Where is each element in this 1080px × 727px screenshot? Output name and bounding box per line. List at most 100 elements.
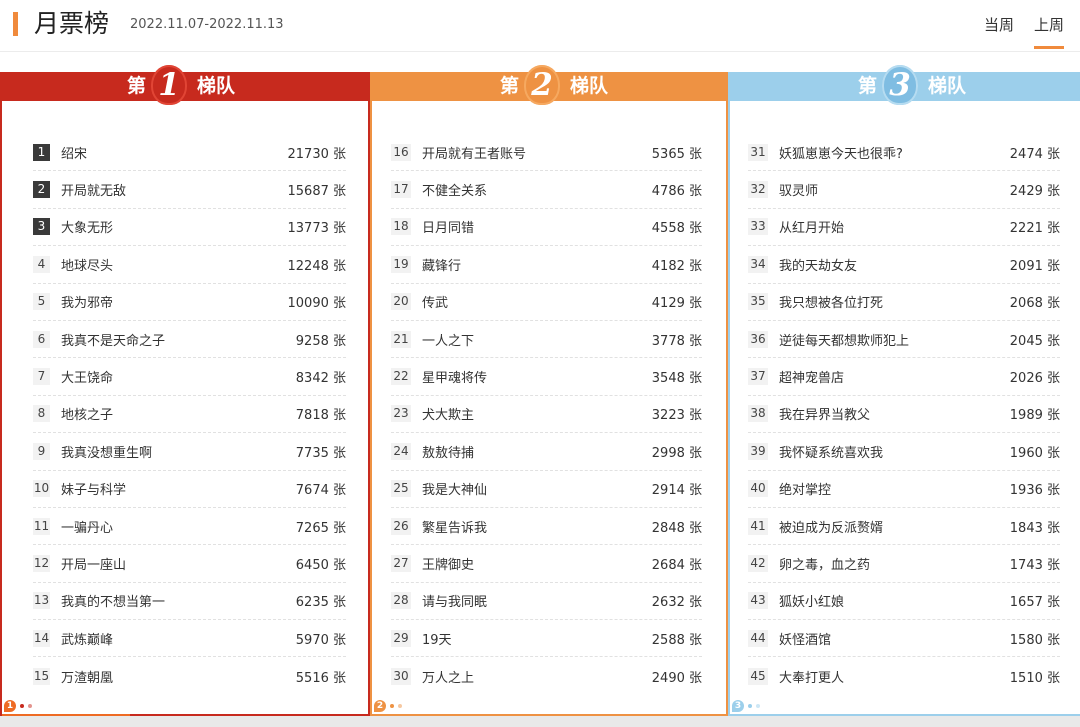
vote-count: 2632 张 — [651, 595, 702, 611]
ranking-row[interactable]: 10 妹子与科学 7674 张 — [33, 471, 346, 508]
book-title-link[interactable]: 驭灵师 — [779, 180, 1010, 199]
ranking-row[interactable]: 37 超神宠兽店 2026 张 — [748, 358, 1060, 396]
book-title-link[interactable]: 开局就无敌 — [61, 180, 288, 199]
ranking-row[interactable]: 28 请与我同眠 2632 张 — [391, 583, 702, 621]
book-title-link[interactable]: 敖敖待捕 — [422, 442, 652, 461]
book-title-link[interactable]: 我怀疑系统喜欢我 — [779, 442, 1010, 461]
ranking-row[interactable]: 7 大王饶命 8342 张 — [33, 358, 346, 396]
vote-count: 2848 张 — [651, 520, 702, 536]
ranking-row[interactable]: 8 地核之子 7818 张 — [33, 396, 346, 434]
book-title-link[interactable]: 一骗丹心 — [61, 517, 296, 536]
book-title-link[interactable]: 藏锋行 — [422, 255, 652, 274]
ranking-row[interactable]: 36 逆徒每天都想欺师犯上 2045 张 — [748, 321, 1060, 359]
book-title-link[interactable]: 19天 — [422, 629, 652, 648]
book-title-link[interactable]: 我真的不想当第一 — [61, 591, 296, 610]
book-title-link[interactable]: 一人之下 — [422, 330, 652, 349]
book-title-link[interactable]: 我的天劫女友 — [779, 255, 1010, 274]
book-title-link[interactable]: 犬大欺主 — [422, 404, 652, 423]
ranking-row[interactable]: 27 王牌御史 2684 张 — [391, 545, 702, 583]
ranking-row[interactable]: 13 我真的不想当第一 6235 张 — [33, 583, 346, 621]
ranking-row[interactable]: 18 日月同错 4558 张 — [391, 209, 702, 247]
ranking-row[interactable]: 31 妖狐崽崽今天也很乖? 2474 张 — [748, 134, 1060, 172]
ranking-row[interactable]: 12 开局一座山 6450 张 — [33, 545, 346, 583]
book-title-link[interactable]: 星甲魂将传 — [422, 367, 652, 386]
book-title-link[interactable]: 大王饶命 — [61, 367, 296, 386]
ranking-row[interactable]: 4 地球尽头 12248 张 — [33, 246, 346, 284]
book-title-link[interactable]: 大奉打更人 — [779, 667, 1010, 686]
ranking-row[interactable]: 41 被迫成为反派赘婿 1843 张 — [748, 508, 1060, 546]
tab-current-week[interactable]: 当周 — [984, 14, 1014, 36]
vote-count: 5970 张 — [295, 632, 346, 648]
book-title-link[interactable]: 绍宋 — [61, 143, 288, 162]
book-title-link[interactable]: 大象无形 — [61, 217, 288, 236]
book-title-link[interactable]: 万渣朝凰 — [61, 667, 296, 686]
ranking-row[interactable]: 38 我在异界当教父 1989 张 — [748, 396, 1060, 434]
book-title-link[interactable]: 开局就有王者账号 — [422, 143, 652, 162]
ranking-row[interactable]: 20 传武 4129 张 — [391, 284, 702, 321]
ranking-row[interactable]: 17 不健全关系 4786 张 — [391, 171, 702, 209]
ranking-row[interactable]: 9 我真没想重生啊 7735 张 — [33, 433, 346, 471]
book-title-link[interactable]: 我真没想重生啊 — [61, 442, 296, 461]
ranking-row[interactable]: 35 我只想被各位打死 2068 张 — [748, 284, 1060, 321]
book-title-link[interactable]: 从红月开始 — [779, 217, 1010, 236]
book-title-link[interactable]: 不健全关系 — [422, 180, 652, 199]
ranking-row[interactable]: 44 妖怪酒馆 1580 张 — [748, 620, 1060, 658]
ranking-row[interactable]: 42 卵之毒，血之药 1743 张 — [748, 545, 1060, 583]
book-title-link[interactable]: 请与我同眠 — [422, 591, 652, 610]
book-title-link[interactable]: 狐妖小红娘 — [779, 591, 1010, 610]
ranking-row[interactable]: 33 从红月开始 2221 张 — [748, 209, 1060, 247]
book-title-link[interactable]: 万人之上 — [422, 667, 652, 686]
rank-number: 3 — [33, 218, 50, 236]
book-title-link[interactable]: 我是大神仙 — [422, 479, 652, 498]
ranking-row[interactable]: 39 我怀疑系统喜欢我 1960 张 — [748, 433, 1060, 471]
ranking-row[interactable]: 40 绝对掌控 1936 张 — [748, 471, 1060, 508]
ranking-row[interactable]: 6 我真不是天命之子 9258 张 — [33, 321, 346, 359]
ranking-row[interactable]: 21 一人之下 3778 张 — [391, 321, 702, 359]
period-tabs: 当周 上周 — [984, 14, 1065, 49]
book-title-link[interactable]: 王牌御史 — [422, 554, 652, 573]
ranking-row[interactable]: 2 开局就无敌 15687 张 — [33, 171, 346, 209]
ranking-row[interactable]: 11 一骗丹心 7265 张 — [33, 508, 346, 546]
vote-count: 1657 张 — [1009, 595, 1060, 611]
ranking-row[interactable]: 24 敖敖待捕 2998 张 — [391, 433, 702, 471]
book-title-link[interactable]: 开局一座山 — [61, 554, 296, 573]
ranking-row[interactable]: 14 武炼巅峰 5970 张 — [33, 620, 346, 658]
ranking-row[interactable]: 23 犬大欺主 3223 张 — [391, 396, 702, 434]
ranking-row[interactable]: 3 大象无形 13773 张 — [33, 209, 346, 247]
ranking-row[interactable]: 5 我为邪帝 10090 张 — [33, 284, 346, 321]
ranking-row[interactable]: 30 万人之上 2490 张 — [391, 657, 702, 694]
ranking-row[interactable]: 32 驭灵师 2429 张 — [748, 171, 1060, 209]
page-dot-icon — [398, 704, 402, 708]
book-title-link[interactable]: 我在异界当教父 — [779, 404, 1010, 423]
ranking-row[interactable]: 26 繁星告诉我 2848 张 — [391, 508, 702, 546]
book-title-link[interactable]: 绝对掌控 — [779, 479, 1010, 498]
ranking-row[interactable]: 15 万渣朝凰 5516 张 — [33, 657, 346, 694]
ranking-row[interactable]: 34 我的天劫女友 2091 张 — [748, 246, 1060, 284]
book-title-link[interactable]: 我为邪帝 — [61, 292, 288, 311]
ranking-row[interactable]: 29 19天 2588 张 — [391, 620, 702, 658]
ranking-row[interactable]: 1 绍宋 21730 张 — [33, 134, 346, 172]
book-title-link[interactable]: 妖狐崽崽今天也很乖? — [779, 143, 1010, 162]
book-title-link[interactable]: 卵之毒，血之药 — [779, 554, 1010, 573]
ranking-row[interactable]: 16 开局就有王者账号 5365 张 — [391, 134, 702, 172]
book-title-link[interactable]: 繁星告诉我 — [422, 517, 652, 536]
ranking-row[interactable]: 22 星甲魂将传 3548 张 — [391, 358, 702, 396]
rank-number: 4 — [33, 255, 50, 273]
book-title-link[interactable]: 妹子与科学 — [61, 479, 296, 498]
book-title-link[interactable]: 我只想被各位打死 — [779, 292, 1010, 311]
book-title-link[interactable]: 武炼巅峰 — [61, 629, 296, 648]
book-title-link[interactable]: 日月同错 — [422, 217, 652, 236]
ranking-row[interactable]: 45 大奉打更人 1510 张 — [748, 657, 1060, 694]
book-title-link[interactable]: 地球尽头 — [61, 255, 288, 274]
ranking-row[interactable]: 19 藏锋行 4182 张 — [391, 246, 702, 284]
book-title-link[interactable]: 超神宠兽店 — [779, 367, 1010, 386]
book-title-link[interactable]: 传武 — [422, 292, 652, 311]
book-title-link[interactable]: 妖怪酒馆 — [779, 629, 1010, 648]
book-title-link[interactable]: 地核之子 — [61, 404, 296, 423]
ranking-row[interactable]: 43 狐妖小红娘 1657 张 — [748, 583, 1060, 621]
book-title-link[interactable]: 被迫成为反派赘婿 — [779, 517, 1010, 536]
ranking-row[interactable]: 25 我是大神仙 2914 张 — [391, 471, 702, 508]
book-title-link[interactable]: 我真不是天命之子 — [61, 330, 296, 349]
tab-last-week[interactable]: 上周 — [1033, 14, 1065, 49]
book-title-link[interactable]: 逆徒每天都想欺师犯上 — [779, 330, 1010, 349]
